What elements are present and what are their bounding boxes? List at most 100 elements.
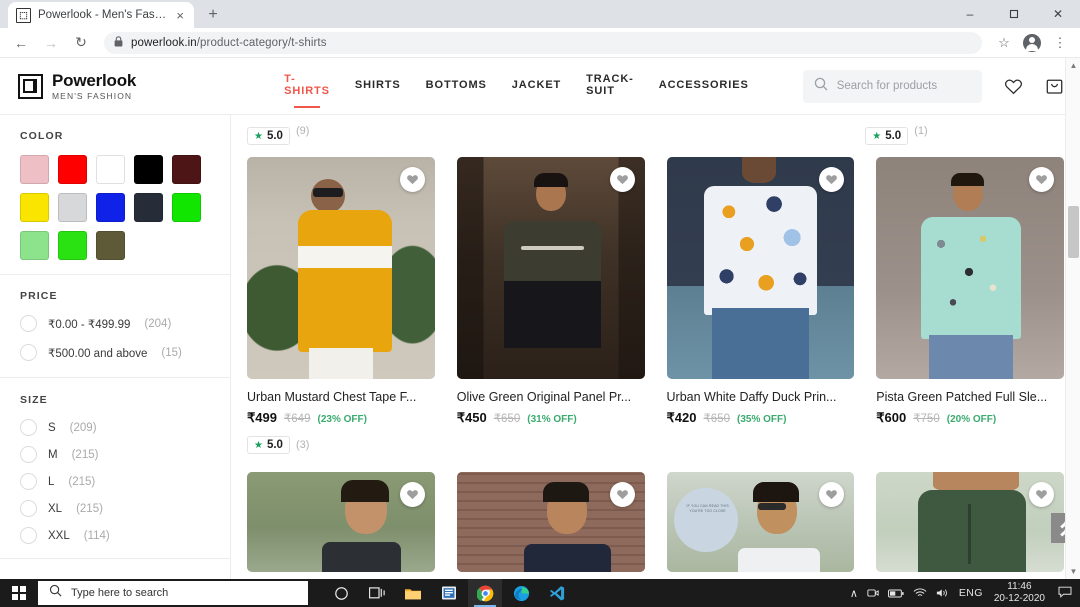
product-card[interactable]: Urban Mustard Chest Tape F... ₹499 ₹649 … xyxy=(247,157,435,454)
nav-item-track-suit[interactable]: TRACK-SUIT xyxy=(586,73,634,99)
price-option-1[interactable]: ₹500.00 and above (15) xyxy=(20,344,230,361)
color-swatch-pink[interactable] xyxy=(20,155,49,184)
radio-icon[interactable] xyxy=(20,315,37,332)
size-option-l[interactable]: L (215) xyxy=(20,473,230,490)
product-card[interactable] xyxy=(247,472,435,572)
product-title[interactable]: Urban White Daffy Duck Prin... xyxy=(667,390,855,404)
size-option-m[interactable]: M (215) xyxy=(20,446,230,463)
color-swatch-white[interactable] xyxy=(96,155,125,184)
forward-icon[interactable]: → xyxy=(38,30,64,56)
radio-icon[interactable] xyxy=(20,473,37,490)
wishlist-button[interactable] xyxy=(1004,77,1023,96)
product-card[interactable]: Pista Green Patched Full Sle... ₹600 ₹75… xyxy=(876,157,1064,454)
radio-icon[interactable] xyxy=(20,419,37,436)
new-tab-button[interactable]: + xyxy=(202,6,224,24)
product-card[interactable]: IF YOU CAN READ THIS YOU'RE TOO CLOSE xyxy=(666,472,855,572)
microsoft-edge-icon[interactable] xyxy=(504,579,538,607)
browser-tab[interactable]: ⬚ Powerlook - Men's Fashion × xyxy=(8,2,194,28)
color-swatch-black[interactable] xyxy=(134,155,163,184)
address-bar[interactable]: powerlook.in/product-category/t-shirts xyxy=(104,31,982,54)
scrollbar-thumb[interactable] xyxy=(1068,206,1079,258)
cortana-icon[interactable] xyxy=(324,579,358,607)
minimize-button[interactable]: – xyxy=(948,0,992,28)
microsoft-store-icon[interactable] xyxy=(432,579,466,607)
scrollbar-up-arrow[interactable]: ▲ xyxy=(1066,58,1080,73)
search-input[interactable]: Search for products xyxy=(802,69,982,103)
vs-code-icon[interactable] xyxy=(540,579,574,607)
product-card[interactable]: Olive Green Original Panel Pr... ₹450 ₹6… xyxy=(456,157,645,454)
product-image[interactable] xyxy=(456,157,645,379)
color-swatch-light-grey[interactable] xyxy=(58,193,87,222)
size-option-xl[interactable]: XL (215) xyxy=(20,500,230,517)
product-title[interactable]: Olive Green Original Panel Pr... xyxy=(457,390,645,404)
google-chrome-icon[interactable] xyxy=(468,579,502,607)
color-swatch-green[interactable] xyxy=(172,193,201,222)
product-image[interactable] xyxy=(247,472,435,572)
nav-item-shirts[interactable]: SHIRTS xyxy=(355,79,401,93)
radio-icon[interactable] xyxy=(20,344,37,361)
product-image[interactable] xyxy=(876,157,1064,379)
taskbar-search-input[interactable]: Type here to search xyxy=(38,581,308,605)
color-swatch-yellow[interactable] xyxy=(20,193,49,222)
color-swatch-blue[interactable] xyxy=(96,193,125,222)
product-image[interactable] xyxy=(247,157,435,379)
page-scrollbar[interactable]: ▲ ▼ xyxy=(1065,58,1080,579)
wishlist-icon[interactable] xyxy=(609,482,635,507)
cart-button[interactable] xyxy=(1045,77,1064,96)
nav-item-jacket[interactable]: JACKET xyxy=(512,79,561,93)
product-image[interactable] xyxy=(456,472,645,572)
product-title[interactable]: Pista Green Patched Full Sle... xyxy=(876,390,1064,404)
size-option-xxl[interactable]: XXL (114) xyxy=(20,527,230,544)
reload-icon[interactable]: ↻ xyxy=(68,30,94,56)
product-card[interactable] xyxy=(876,472,1064,572)
file-explorer-icon[interactable] xyxy=(396,579,430,607)
color-swatch-navy[interactable] xyxy=(134,193,163,222)
task-view-icon[interactable] xyxy=(360,579,394,607)
volume-icon[interactable] xyxy=(936,587,950,599)
radio-icon[interactable] xyxy=(20,500,37,517)
close-window-button[interactable]: ✕ xyxy=(1036,0,1080,28)
product-image[interactable] xyxy=(666,157,855,379)
brand-logo[interactable]: Powerlook MEN'S FASHION xyxy=(18,72,136,101)
product-image[interactable]: IF YOU CAN READ THIS YOU'RE TOO CLOSE xyxy=(666,472,855,572)
color-swatch-pista-green[interactable] xyxy=(20,231,49,260)
price-option-0[interactable]: ₹0.00 - ₹499.99 (204) xyxy=(20,315,230,332)
product-grid-row-2: IF YOU CAN READ THIS YOU'RE TOO CLOSE xyxy=(247,472,1064,572)
product-price-row: ₹450 ₹650 (31% OFF) xyxy=(457,410,645,426)
maximize-button[interactable] xyxy=(992,0,1036,28)
color-swatch-olive[interactable] xyxy=(96,231,125,260)
bookmark-star-icon[interactable]: ☆ xyxy=(992,31,1016,55)
wishlist-icon[interactable] xyxy=(1029,167,1054,192)
taskbar-clock[interactable]: 11:46 20-12-2020 xyxy=(994,581,1045,606)
wishlist-icon[interactable] xyxy=(1029,482,1054,507)
notification-icon[interactable] xyxy=(1058,586,1072,601)
wishlist-icon[interactable] xyxy=(609,167,635,192)
wishlist-icon[interactable] xyxy=(399,482,425,507)
close-icon[interactable]: × xyxy=(174,7,186,24)
scrollbar-down-arrow[interactable]: ▼ xyxy=(1066,564,1080,579)
profile-avatar-icon[interactable] xyxy=(1020,31,1044,55)
camera-icon[interactable] xyxy=(867,587,879,599)
color-swatch-maroon[interactable] xyxy=(172,155,201,184)
size-option-s[interactable]: S (209) xyxy=(20,419,230,436)
start-button[interactable] xyxy=(0,579,38,607)
nav-item-bottoms[interactable]: BOTTOMS xyxy=(426,79,487,93)
tray-overflow-icon[interactable]: ∧ xyxy=(850,587,858,600)
radio-icon[interactable] xyxy=(20,446,37,463)
nav-item-t-shirts[interactable]: T-SHIRTS xyxy=(284,73,330,99)
back-icon[interactable]: ← xyxy=(8,30,34,56)
wishlist-icon[interactable] xyxy=(399,167,425,192)
product-title[interactable]: Urban Mustard Chest Tape F... xyxy=(247,390,435,404)
chrome-menu-icon[interactable]: ⋮ xyxy=(1048,31,1072,55)
product-image[interactable] xyxy=(876,472,1064,572)
color-swatch-red[interactable] xyxy=(58,155,87,184)
product-card[interactable]: Urban White Daffy Duck Prin... ₹420 ₹650… xyxy=(666,157,855,454)
nav-item-accessories[interactable]: ACCESSORIES xyxy=(659,79,749,93)
wifi-icon[interactable] xyxy=(913,587,927,599)
language-indicator[interactable]: ENG xyxy=(959,587,983,599)
color-swatch-bright-green[interactable] xyxy=(58,231,87,260)
product-card[interactable] xyxy=(456,472,645,572)
product-price-row: ₹600 ₹750 (20% OFF) xyxy=(876,410,1064,426)
radio-icon[interactable] xyxy=(20,527,37,544)
battery-icon[interactable] xyxy=(887,588,904,599)
